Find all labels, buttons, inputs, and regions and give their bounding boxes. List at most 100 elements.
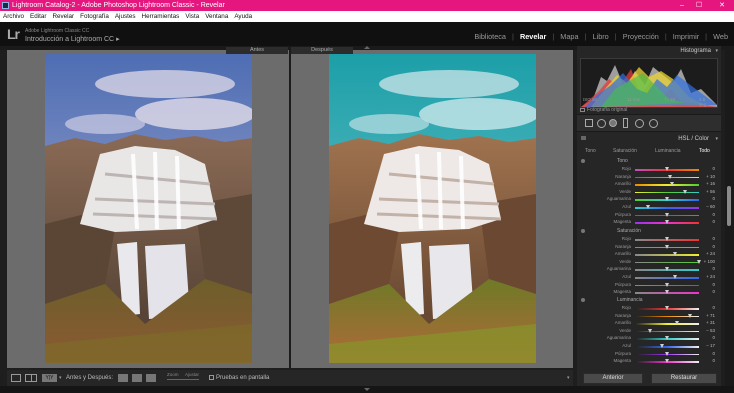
section-toggle-icon[interactable]: [581, 298, 585, 302]
hsl-slider-value[interactable]: 0: [701, 236, 715, 241]
hsl-slider-value[interactable]: + 56: [701, 189, 715, 194]
hsl-slider-knob[interactable]: [682, 189, 687, 194]
hsl-slider-track[interactable]: [635, 323, 699, 325]
section-toggle-icon[interactable]: [581, 159, 585, 163]
hsl-slider-knob[interactable]: [668, 174, 673, 179]
hsl-slider-value[interactable]: – 53: [701, 328, 715, 333]
hsl-slider-track[interactable]: [635, 330, 699, 333]
catalog-name[interactable]: Introducción a Lightroom CC ▸: [25, 35, 120, 43]
module-proyeccion[interactable]: Proyección: [623, 32, 659, 41]
loupe-view-icon[interactable]: [11, 374, 21, 382]
hsl-slider-row: Amarillo + 24: [577, 251, 717, 259]
hsl-slider-track[interactable]: [635, 277, 699, 279]
hsl-slider-value[interactable]: 0: [701, 244, 715, 249]
hsl-slider-knob[interactable]: [665, 282, 669, 287]
hsl-slider-value[interactable]: 0: [701, 212, 715, 217]
menu-fotografia[interactable]: Fotografía: [80, 13, 109, 20]
hsl-slider-knob[interactable]: [665, 267, 669, 272]
close-icon[interactable]: ✕: [716, 0, 728, 11]
hsl-slider-value[interactable]: + 31: [701, 320, 715, 325]
hsl-slider-knob[interactable]: [672, 275, 677, 279]
hsl-slider-value[interactable]: 0: [701, 351, 715, 356]
proof-checkbox[interactable]: [209, 375, 214, 380]
collapse-bottom-icon[interactable]: [364, 388, 370, 391]
hsl-slider-knob[interactable]: [665, 212, 669, 217]
hsl-slider-track[interactable]: [635, 184, 699, 186]
hsl-slider-knob[interactable]: [665, 220, 669, 225]
hsl-slider-knob[interactable]: [665, 306, 669, 310]
hsl-slider-value[interactable]: 0: [701, 289, 715, 294]
hsl-slider-knob[interactable]: [645, 205, 650, 209]
bottom-panel-strip[interactable]: [0, 386, 734, 393]
swap-icon[interactable]: [146, 374, 156, 382]
before-after-view-icon[interactable]: [25, 374, 37, 382]
module-imprimir[interactable]: Imprimir: [673, 32, 699, 41]
hsl-slider-knob[interactable]: [648, 328, 653, 333]
collapse-top-icon[interactable]: [364, 46, 370, 49]
module-revelar[interactable]: Revelar: [520, 32, 546, 41]
hsl-slider-value[interactable]: + 71: [701, 313, 715, 318]
previous-button[interactable]: Anterior: [583, 373, 643, 384]
mode-dropdown-icon[interactable]: ▾: [59, 370, 62, 386]
hsl-slider-track[interactable]: [635, 176, 699, 179]
reset-button[interactable]: Restaurar: [651, 373, 717, 384]
menu-editar[interactable]: Editar: [30, 13, 46, 20]
after-photo[interactable]: [329, 54, 536, 363]
hsl-slider-knob[interactable]: [659, 344, 664, 348]
hsl-slider-value[interactable]: + 16: [701, 181, 715, 186]
module-libro[interactable]: Libro: [593, 32, 609, 41]
hsl-slider-value[interactable]: 0: [701, 196, 715, 201]
menu-ventana[interactable]: Ventana: [205, 13, 228, 20]
hsl-slider-value[interactable]: 0: [701, 282, 715, 287]
hsl-slider-value[interactable]: 0: [701, 219, 715, 224]
hsl-slider-knob[interactable]: [665, 351, 669, 356]
hsl-slider-knob[interactable]: [665, 167, 669, 171]
hsl-slider-value[interactable]: – 17: [701, 343, 715, 348]
hsl-slider-value[interactable]: 0: [701, 266, 715, 271]
section-toggle-icon[interactable]: [581, 229, 585, 233]
hsl-slider-track[interactable]: [635, 254, 699, 256]
before-after-mode-select[interactable]: Y|Y: [42, 374, 57, 382]
hsl-slider-knob[interactable]: [665, 290, 669, 295]
hsl-slider-value[interactable]: 0: [701, 335, 715, 340]
toolbar-menu-icon[interactable]: ▾: [567, 370, 570, 386]
hsl-slider-value[interactable]: 0: [701, 358, 715, 363]
menu-ayuda[interactable]: Ayuda: [234, 13, 252, 20]
module-biblioteca[interactable]: Biblioteca: [474, 32, 506, 41]
hsl-slider-knob[interactable]: [665, 359, 669, 364]
copy-before-icon[interactable]: [118, 374, 128, 382]
module-web[interactable]: Web: [713, 32, 728, 41]
copy-after-icon[interactable]: [132, 374, 142, 382]
hsl-slider-knob[interactable]: [670, 182, 675, 187]
menu-herramientas[interactable]: Herramientas: [142, 13, 180, 20]
menu-ajustes[interactable]: Ajustes: [115, 13, 136, 20]
panel-scroll-thumb[interactable]: [727, 186, 731, 226]
menu-archivo[interactable]: Archivo: [3, 13, 24, 20]
hsl-slider-knob[interactable]: [672, 252, 677, 257]
identity-line1: Adobe Lightroom Classic CC: [25, 28, 90, 34]
maximize-icon[interactable]: ☐: [693, 0, 705, 11]
hsl-slider-knob[interactable]: [665, 237, 669, 241]
hsl-color-label: Púrpura: [614, 211, 631, 217]
hsl-slider-knob[interactable]: [665, 197, 669, 202]
menu-revelar[interactable]: Revelar: [52, 13, 74, 20]
before-photo[interactable]: [45, 54, 252, 363]
hsl-slider-knob[interactable]: [687, 313, 692, 318]
hsl-slider-value[interactable]: + 10: [701, 174, 715, 179]
hsl-slider-knob[interactable]: [665, 336, 669, 341]
hsl-slider-track[interactable]: [635, 191, 699, 194]
hsl-slider-knob[interactable]: [665, 244, 669, 249]
hsl-slider-track[interactable]: [635, 261, 699, 264]
hsl-slider-track[interactable]: [635, 346, 699, 348]
hsl-slider-track[interactable]: [635, 207, 699, 209]
hsl-slider-value[interactable]: – 60: [701, 204, 715, 209]
hsl-slider-value[interactable]: 0: [701, 305, 715, 310]
hsl-slider-value[interactable]: + 24: [701, 274, 715, 279]
module-mapa[interactable]: Mapa: [560, 32, 578, 41]
menu-vista[interactable]: Vista: [185, 13, 199, 20]
hsl-slider-value[interactable]: 0: [701, 166, 715, 171]
hsl-slider-value[interactable]: + 100: [701, 259, 715, 264]
minimize-icon[interactable]: –: [676, 0, 688, 11]
hsl-slider-knob[interactable]: [674, 321, 679, 326]
hsl-slider-value[interactable]: + 24: [701, 251, 715, 256]
